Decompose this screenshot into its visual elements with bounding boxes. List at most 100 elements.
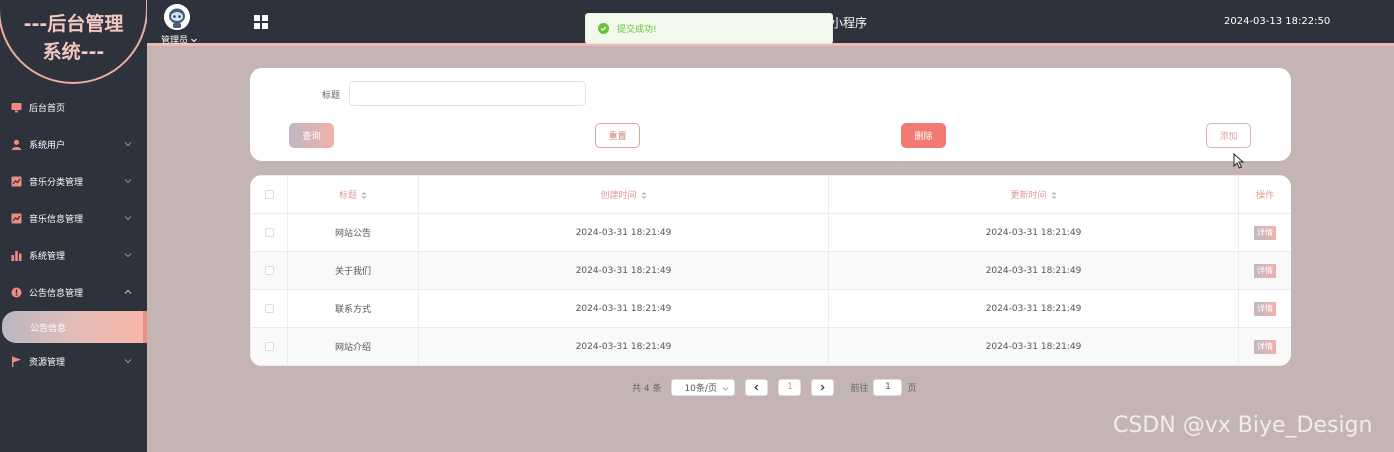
logo-line-2: 系统--- <box>42 41 105 63</box>
cell-title: 网站介绍 <box>287 327 419 366</box>
chevron-down-icon <box>124 179 132 184</box>
chevron-left-icon <box>754 384 759 390</box>
app-title: 小程序 <box>831 16 868 30</box>
sidebar-item-label: 后台首页 <box>29 104 66 114</box>
title-input[interactable] <box>349 81 586 106</box>
sidebar-item-music-info[interactable]: 音乐信息管理 <box>0 200 147 237</box>
sort-icon[interactable] <box>1051 191 1057 200</box>
cell-updated: 2024-03-31 18:21:49 <box>828 251 1239 290</box>
sort-icon[interactable] <box>641 191 647 200</box>
cell-updated: 2024-03-31 18:21:49 <box>828 327 1239 366</box>
watermark: CSDN @vx Biye_Design <box>1113 413 1373 438</box>
table-row: 关于我们 2024-03-31 18:21:49 2024-03-31 18:2… <box>250 251 1291 290</box>
search-panel: 标题 查询 重置 删除 添加 <box>250 68 1291 161</box>
cell-updated: 2024-03-31 18:21:49 <box>828 213 1239 252</box>
sidebar-item-home[interactable]: 后台首页 <box>0 89 147 126</box>
cell-updated: 2024-03-31 18:21:49 <box>828 289 1239 328</box>
mouse-cursor-icon <box>1233 153 1245 169</box>
current-datetime: 2024-03-13 18:22:50 <box>1224 16 1331 27</box>
chevron-down-icon <box>124 142 132 147</box>
chevron-down-icon <box>723 386 729 391</box>
sidebar-item-resources[interactable]: 资源管理 <box>0 343 147 380</box>
user-menu[interactable]: 管理员 <box>161 33 198 46</box>
info-icon <box>11 287 22 298</box>
chevron-down-icon <box>191 38 197 42</box>
select-all-cell <box>250 175 288 214</box>
table-row: 联系方式 2024-03-31 18:21:49 2024-03-31 18:2… <box>250 289 1291 328</box>
check-circle-icon <box>598 23 609 34</box>
cell-created: 2024-03-31 18:21:49 <box>418 251 829 290</box>
chart-icon <box>11 176 22 187</box>
monitor-icon <box>11 102 22 113</box>
column-header-action: 操作 <box>1238 175 1291 214</box>
goto-page-input[interactable]: 1 <box>873 378 903 396</box>
detail-button[interactable]: 详情 <box>1254 339 1276 354</box>
cell-title: 关于我们 <box>287 251 419 290</box>
sidebar-menu: 后台首页 系统用户 音乐分类管理 音乐信息管理 系统管理 公告信息管理 公告信息… <box>0 89 147 380</box>
chevron-down-icon <box>124 253 132 258</box>
total-count: 共 4 条 <box>632 383 662 394</box>
column-header-created[interactable]: 创建时间 <box>418 175 829 214</box>
column-header-title[interactable]: 标题 <box>287 175 419 214</box>
row-checkbox[interactable] <box>264 341 274 351</box>
cell-created: 2024-03-31 18:21:49 <box>418 327 829 366</box>
sidebar-item-users[interactable]: 系统用户 <box>0 126 147 163</box>
pagination: 共 4 条 10条/页 1 前往 1 页 <box>632 378 916 396</box>
row-checkbox[interactable] <box>264 265 274 275</box>
detail-button[interactable]: 详情 <box>1254 301 1276 316</box>
detail-button[interactable]: 详情 <box>1254 263 1276 278</box>
next-page-button[interactable] <box>811 378 835 396</box>
cell-created: 2024-03-31 18:21:49 <box>418 213 829 252</box>
column-header-updated[interactable]: 更新时间 <box>828 175 1239 214</box>
cell-title: 网站公告 <box>287 213 419 252</box>
user-name: 管理员 <box>161 36 189 46</box>
add-button[interactable]: 添加 <box>1206 123 1251 148</box>
cell-title: 联系方式 <box>287 289 419 328</box>
sidebar: ---后台管理 系统--- 后台首页 系统用户 音乐分类管理 音乐信息管理 系统… <box>0 0 147 452</box>
sidebar-item-label: 音乐信息管理 <box>29 215 84 225</box>
query-button[interactable]: 查询 <box>289 123 334 148</box>
cell-created: 2024-03-31 18:21:49 <box>418 289 829 328</box>
notice-table: 标题 创建时间 更新时间 操作 网站公告 2024-03-31 18:21:49… <box>250 175 1291 366</box>
logo-line-1: ---后台管理 <box>23 13 124 35</box>
sidebar-item-label: 系统用户 <box>29 141 66 151</box>
table-row: 网站公告 2024-03-31 18:21:49 2024-03-31 18:2… <box>250 213 1291 252</box>
avatar[interactable] <box>164 4 190 30</box>
chevron-up-icon <box>124 289 132 294</box>
sidebar-item-notice[interactable]: 公告信息管理 <box>0 274 147 311</box>
row-checkbox[interactable] <box>264 303 274 313</box>
sidebar-item-label: 公告信息管理 <box>29 289 84 299</box>
prev-page-button[interactable] <box>745 378 769 396</box>
sidebar-item-label: 资源管理 <box>29 358 66 368</box>
page-unit-label: 页 <box>907 383 917 394</box>
flag-icon <box>11 356 22 367</box>
chart-icon <box>11 213 22 224</box>
detail-button[interactable]: 详情 <box>1254 225 1276 240</box>
reset-button[interactable]: 重置 <box>595 123 640 148</box>
chevron-down-icon <box>124 216 132 221</box>
sidebar-subitem-notice-info[interactable]: 公告信息 <box>2 311 147 343</box>
delete-button[interactable]: 删除 <box>901 123 946 148</box>
success-toast: 提交成功! <box>585 13 833 44</box>
toast-message: 提交成功! <box>617 25 657 35</box>
sidebar-item-system[interactable]: 系统管理 <box>0 237 147 274</box>
sort-icon[interactable] <box>361 191 367 200</box>
chevron-right-icon <box>821 384 826 390</box>
grid-menu-icon[interactable] <box>254 15 268 29</box>
page-size-select[interactable]: 10条/页 <box>671 378 736 396</box>
sidebar-item-music-category[interactable]: 音乐分类管理 <box>0 163 147 200</box>
page-number-button[interactable]: 1 <box>778 378 802 396</box>
goto-label: 前往 <box>850 383 869 394</box>
chevron-down-icon <box>124 359 132 364</box>
row-checkbox[interactable] <box>264 227 274 237</box>
table-header-row: 标题 创建时间 更新时间 操作 <box>250 175 1291 214</box>
sidebar-item-label: 音乐分类管理 <box>29 178 84 188</box>
logo: ---后台管理 系统--- <box>0 0 147 86</box>
title-label: 标题 <box>322 91 341 101</box>
user-icon <box>11 139 22 150</box>
table-row: 网站介绍 2024-03-31 18:21:49 2024-03-31 18:2… <box>250 327 1291 366</box>
sidebar-subitem-label: 公告信息 <box>30 323 67 334</box>
bar-chart-icon <box>11 250 22 261</box>
sidebar-item-label: 系统管理 <box>29 252 66 262</box>
select-all-checkbox[interactable] <box>264 189 274 199</box>
